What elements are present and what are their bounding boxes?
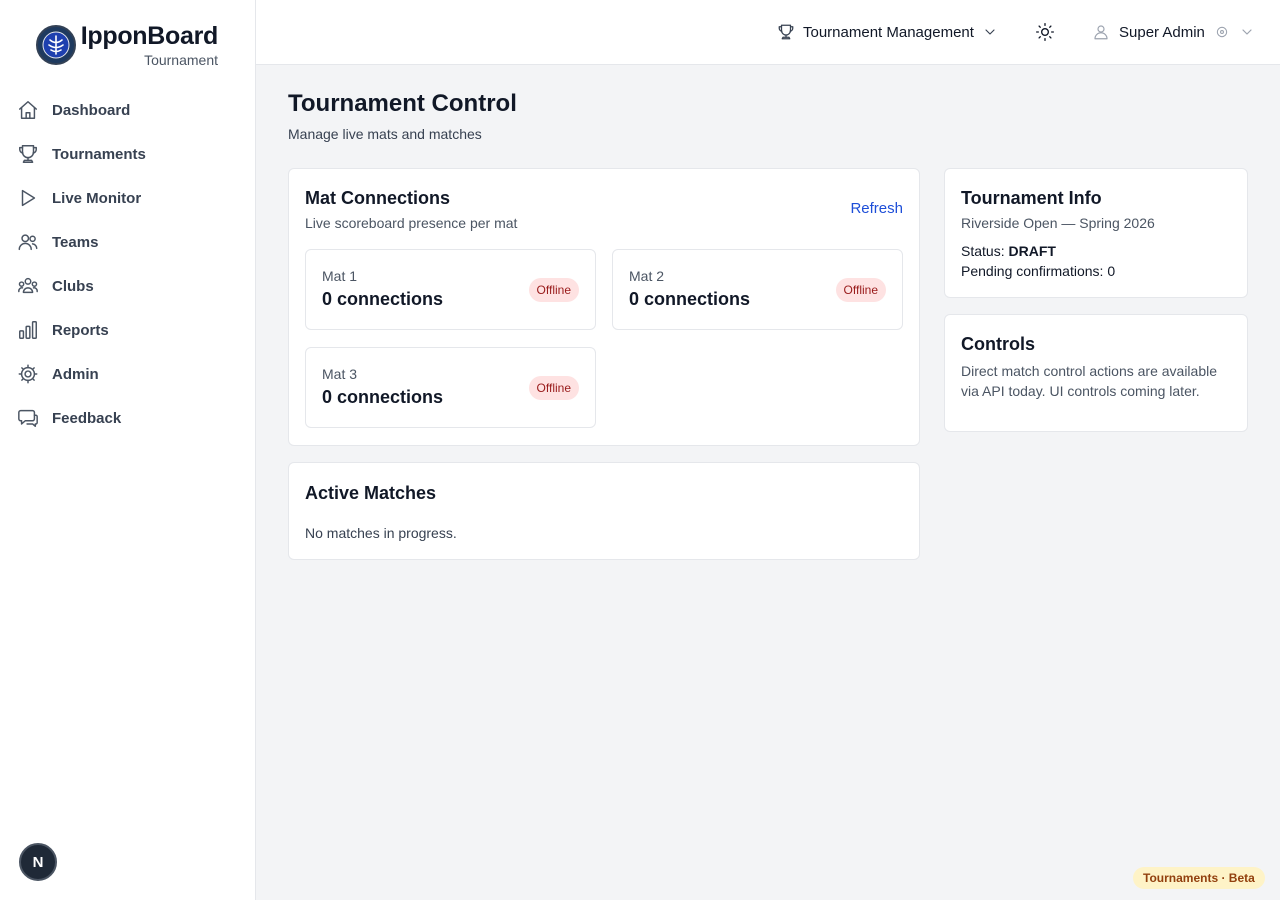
empty-state-text: No matches in progress. (305, 525, 457, 541)
sidebar-item-dashboard[interactable]: Dashboard (0, 88, 256, 132)
brand-name: IpponBoard (80, 22, 219, 50)
pending-confirmations: Pending confirmations: 0 (961, 263, 1115, 279)
sidebar-item-label: Feedback (52, 409, 122, 427)
sidebar-item-label: Admin (52, 365, 99, 383)
bar-chart-icon (17, 319, 39, 341)
trophy-icon (17, 143, 39, 165)
sidebar-item-label: Reports (52, 321, 109, 339)
tournament-name: Riverside Open — Spring 2026 (961, 215, 1155, 231)
sidebar-item-label: Dashboard (52, 101, 131, 119)
controls-card: Controls Direct match control actions ar… (944, 314, 1248, 432)
user-icon (1094, 25, 1108, 40)
card-title: Active Matches (305, 483, 437, 503)
brand-subtitle: Tournament (144, 52, 218, 68)
user-menu[interactable]: Super Admin (1092, 20, 1255, 44)
status-value: DRAFT (1008, 243, 1056, 259)
topbar: Tournament Management Super Admin (256, 0, 1280, 65)
page-subtitle: Manage live mats and matches (288, 126, 482, 142)
card-title: Mat Connections (305, 188, 451, 208)
sidebar-item-admin[interactable]: Admin (0, 352, 256, 396)
theme-toggle-button[interactable] (1033, 20, 1057, 44)
status-badge: Offline (835, 278, 886, 302)
mat-connections-card: Mat Connections Live scoreboard presence… (288, 168, 920, 446)
sidebar-item-tournaments[interactable]: Tournaments (0, 132, 256, 176)
sidebar-nav: Dashboard Tournaments Live Monitor Teams… (0, 88, 256, 440)
sidebar-item-clubs[interactable]: Clubs (0, 264, 256, 308)
sidebar-item-label: Live Monitor (52, 189, 142, 207)
card-title: Controls (961, 334, 1035, 354)
brand[interactable]: IpponBoard Tournament (36, 22, 226, 68)
mat-connections-count: 0 connections (629, 289, 751, 309)
group-icon (17, 275, 39, 297)
sidebar-item-label: Teams (52, 233, 99, 251)
mat-connections-count: 0 connections (322, 387, 444, 407)
refresh-button[interactable]: Refresh (850, 200, 903, 217)
mat-card-2: Mat 2 0 connections Offline (612, 249, 903, 330)
page-title: Tournament Control (288, 90, 517, 117)
status-label: Status: (961, 243, 1005, 259)
status-badge: Offline (528, 376, 579, 400)
mat-name: Mat 1 (322, 268, 358, 284)
mat-name: Mat 2 (629, 268, 665, 284)
sidebar: IpponBoard Tournament Dashboard Tourname… (0, 0, 256, 900)
chat-icon (17, 407, 39, 429)
pending-label: Pending confirmations: (961, 263, 1104, 279)
status-badge: Offline (528, 278, 579, 302)
chevron-down-icon (985, 29, 995, 35)
gear-icon (17, 363, 39, 385)
trophy-icon (778, 24, 794, 40)
mat-card-3: Mat 3 0 connections Offline (305, 347, 596, 428)
sun-icon (1036, 23, 1054, 41)
mat-name: Mat 3 (322, 366, 358, 382)
sidebar-item-teams[interactable]: Teams (0, 220, 256, 264)
card-subtitle: Live scoreboard presence per mat (305, 215, 518, 231)
controls-description: Direct match control actions are availab… (961, 363, 1218, 399)
user-name: Super Admin (1119, 23, 1205, 41)
pending-value: 0 (1107, 263, 1116, 279)
sidebar-item-reports[interactable]: Reports (0, 308, 256, 352)
beta-badge: Tournaments · Beta (1133, 867, 1265, 889)
dev-tools-badge[interactable]: N (19, 843, 57, 881)
tournament-info-card: Tournament Info Riverside Open — Spring … (944, 168, 1248, 298)
sidebar-item-label: Clubs (52, 277, 94, 295)
sidebar-item-label: Tournaments (52, 145, 146, 163)
section-select[interactable]: Tournament Management (777, 20, 998, 44)
sidebar-item-live-monitor[interactable]: Live Monitor (0, 176, 256, 220)
mat-connections-count: 0 connections (322, 289, 444, 309)
settings-small-icon (1216, 26, 1228, 38)
tournament-status: Status: DRAFT (961, 243, 1056, 259)
users-icon (17, 231, 39, 253)
active-matches-card: Active Matches No matches in progress. (288, 462, 920, 560)
play-icon (17, 187, 39, 209)
sidebar-item-feedback[interactable]: Feedback (0, 396, 256, 440)
home-icon (17, 99, 39, 121)
card-title: Tournament Info (961, 188, 1102, 208)
chevron-down-icon (1242, 29, 1252, 35)
section-select-label: Tournament Management (803, 23, 974, 41)
mat-card-1: Mat 1 0 connections Offline (305, 249, 596, 330)
brand-logo-icon (36, 25, 76, 65)
